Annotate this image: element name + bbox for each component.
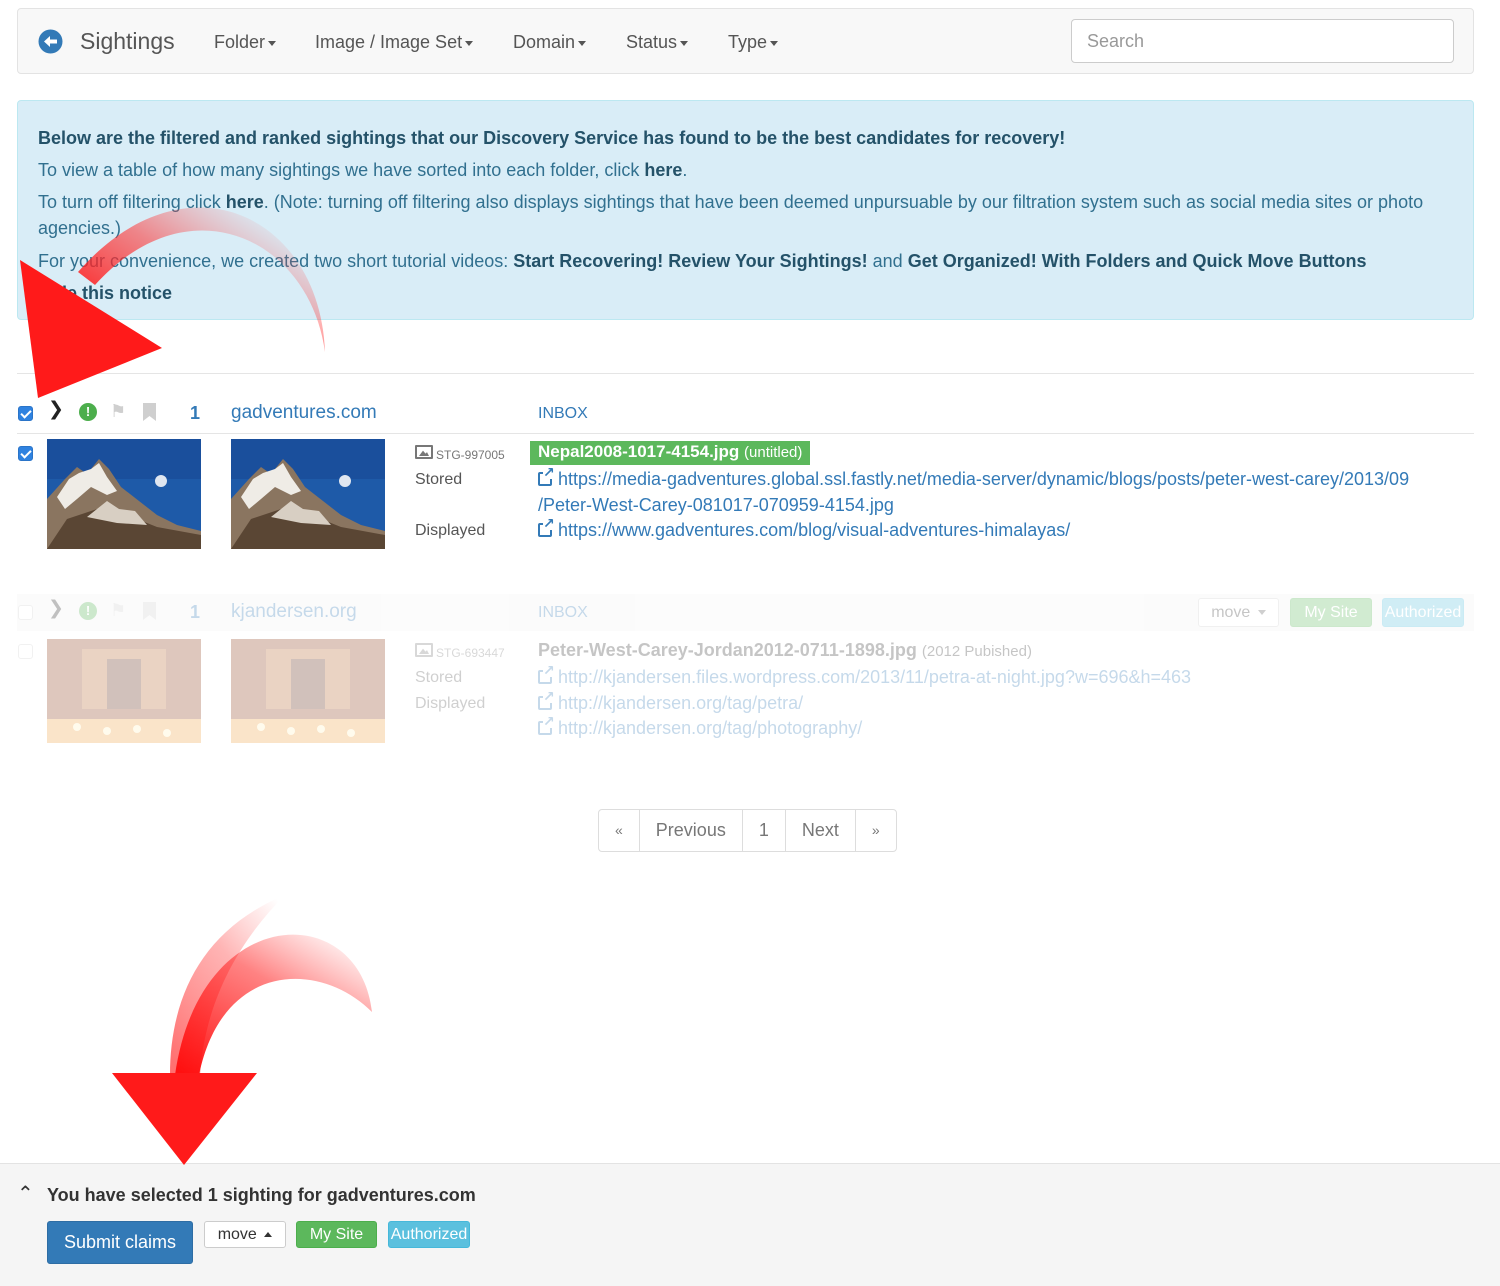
notice-line-videos: For your convenience, we created two sho… (38, 251, 1367, 271)
displayed-url-link[interactable]: http://kjandersen.org/tag/photography/ (538, 714, 862, 741)
stored-url-link[interactable]: http://kjandersen.files.wordpress.com/20… (538, 663, 1191, 690)
stg-id: STG-997005 (436, 448, 505, 462)
folder-dropdown-label: Folder (214, 32, 266, 52)
search-input[interactable] (1071, 19, 1454, 63)
authorized-button[interactable]: Authorized (388, 1221, 470, 1248)
exclamation-icon[interactable]: ! (79, 403, 97, 421)
my-site-button[interactable]: My Site (296, 1221, 377, 1248)
pagination: « Previous 1 Next » (598, 809, 897, 852)
divider (17, 433, 1474, 434)
external-link-icon (538, 689, 555, 710)
folder-dropdown[interactable]: Folder (214, 32, 277, 53)
select-sighting-checkbox[interactable] (18, 644, 33, 659)
displayed-url-link[interactable]: https://www.gadventures.com/blog/visual-… (538, 516, 1070, 543)
displayed-image-thumbnail[interactable] (231, 439, 385, 549)
caret-down-icon (680, 40, 689, 46)
stg-id: STG-693447 (436, 646, 505, 660)
type-dropdown-label: Type (728, 32, 768, 52)
first-page-button[interactable]: « (599, 810, 639, 851)
move-dropup-button[interactable]: move (204, 1221, 286, 1248)
page-number-button[interactable]: 1 (741, 810, 785, 851)
caret-down-icon (770, 40, 779, 46)
image-icon (415, 445, 433, 459)
next-page-button[interactable]: Next (784, 810, 855, 851)
hide-notice-link[interactable]: Hide this notice (38, 277, 1453, 309)
video-link-recovering[interactable]: Start Recovering! Review Your Sightings! (513, 251, 867, 271)
flag-icon[interactable]: ⚑ (110, 600, 126, 621)
select-domain-checkbox[interactable] (18, 406, 33, 421)
type-dropdown[interactable]: Type (728, 32, 779, 53)
flag-icon[interactable]: ⚑ (110, 401, 126, 422)
stored-image-thumbnail[interactable] (47, 439, 201, 549)
back-arrow-icon[interactable] (38, 29, 63, 54)
file-note: (2012 Pubished) (921, 643, 1032, 660)
folder-label[interactable]: INBOX (538, 405, 588, 423)
turn-off-filtering-link[interactable]: here (226, 192, 264, 212)
chevron-down-icon[interactable]: ❯ (48, 597, 64, 620)
sighting-count: 1 (190, 403, 201, 423)
caret-down-icon (268, 40, 277, 46)
stored-image-thumbnail[interactable] (47, 636, 201, 746)
filename-badge[interactable]: Nepal2008-1017-4154.jpg (untitled) (530, 441, 811, 465)
page-title[interactable]: Sightings (80, 28, 175, 55)
chevron-up-icon[interactable]: ⌃ (17, 1181, 34, 1206)
last-page-button[interactable]: » (854, 810, 896, 851)
top-navbar: Sightings Folder Image / Image Set Domai… (17, 8, 1474, 74)
domain-dropdown-label: Domain (513, 32, 576, 52)
external-link-icon (538, 663, 555, 684)
external-link-icon (538, 465, 555, 486)
my-site-button[interactable]: My Site (1290, 598, 1372, 627)
domain-link[interactable]: kjandersen.org (231, 601, 357, 623)
chevron-down-icon[interactable]: ❯ (48, 398, 64, 421)
stored-label: Stored (415, 669, 463, 686)
domain-dropdown[interactable]: Domain (513, 32, 587, 53)
status-dropdown[interactable]: Status (626, 32, 689, 53)
file-note: (untitled) (744, 444, 803, 461)
status-dropdown-label: Status (626, 32, 678, 52)
red-arrow-bottom (112, 895, 372, 1165)
image-set-dropdown[interactable]: Image / Image Set (315, 32, 474, 53)
folder-label[interactable]: INBOX (538, 604, 588, 622)
selection-summary: You have selected 1 sighting for gadvent… (47, 1185, 476, 1205)
authorized-button[interactable]: Authorized (1382, 598, 1464, 627)
displayed-label: Displayed (415, 695, 486, 712)
sighting-count: 1 (190, 602, 201, 622)
external-link-icon (538, 516, 555, 537)
notice-line-filtering: To turn off filtering click here. (Note:… (38, 192, 1424, 238)
displayed-label: Displayed (415, 522, 486, 539)
stored-url-link[interactable]: https://media-gadventures.global.ssl.fas… (538, 465, 1409, 492)
stored-url-link-continued[interactable]: /Peter-West-Carey-081017-070959-4154.jpg (538, 492, 894, 518)
bookmark-icon[interactable] (143, 403, 156, 421)
caret-down-icon (1257, 610, 1266, 616)
submit-claims-button[interactable]: Submit claims (47, 1221, 193, 1264)
video-link-organized[interactable]: Get Organized! With Folders and Quick Mo… (908, 251, 1367, 271)
discovery-notice: Below are the filtered and ranked sighti… (17, 100, 1474, 320)
image-icon (415, 643, 433, 657)
caret-down-icon (465, 40, 474, 46)
domain-link[interactable]: gadventures.com (231, 402, 377, 424)
move-dropdown-button[interactable]: move (1198, 598, 1279, 627)
displayed-url-link[interactable]: http://kjandersen.org/tag/petra/ (538, 689, 803, 716)
selection-footer: ⌃ You have selected 1 sighting for gadve… (0, 1163, 1500, 1286)
notice-headline: Below are the filtered and ranked sighti… (38, 128, 1066, 148)
select-sighting-checkbox[interactable] (18, 446, 33, 461)
external-link-icon (538, 714, 555, 735)
divider (17, 373, 1474, 374)
filename[interactable]: Peter-West-Carey-Jordan2012-0711-1898.jp… (538, 640, 1032, 661)
displayed-image-thumbnail[interactable] (231, 636, 385, 746)
previous-page-button[interactable]: Previous (638, 810, 742, 851)
sighting-row-faded: ❯ ! ⚑ 1 kjandersen.org INBOX move My Sit… (0, 594, 1500, 754)
stored-label: Stored (415, 471, 463, 488)
select-domain-checkbox[interactable] (18, 605, 33, 620)
caret-up-icon (264, 1232, 273, 1238)
folder-table-link[interactable]: here (644, 160, 682, 180)
exclamation-icon[interactable]: ! (79, 602, 97, 620)
caret-down-icon (578, 40, 587, 46)
notice-line-table: To view a table of how many sightings we… (38, 160, 688, 180)
image-set-dropdown-label: Image / Image Set (315, 32, 463, 52)
